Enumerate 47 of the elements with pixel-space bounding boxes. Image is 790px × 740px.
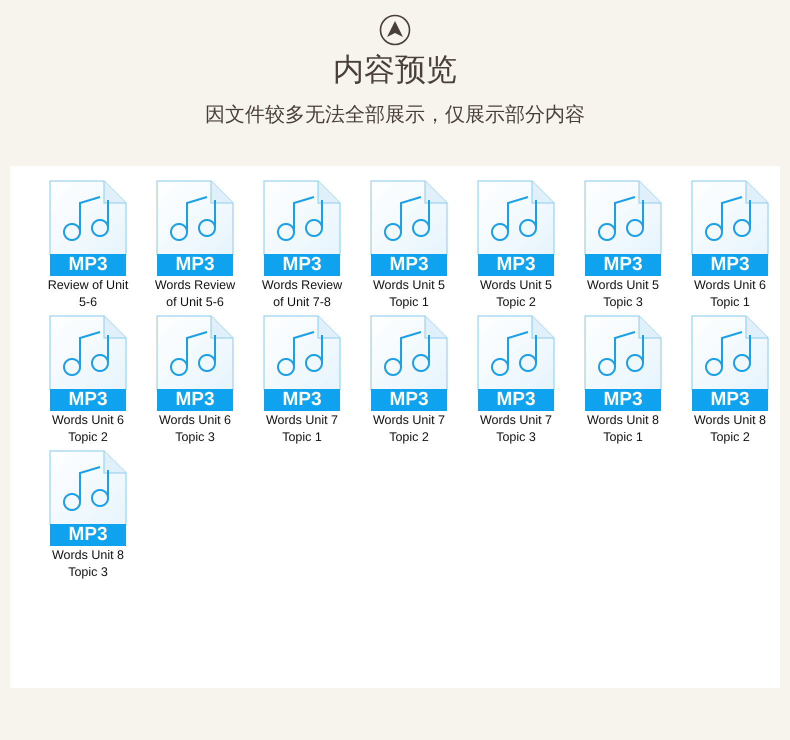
file-type-label: MP3 xyxy=(50,254,126,276)
file-name[interactable]: Words Unit 7 Topic 3 xyxy=(470,412,562,446)
music-file-icon xyxy=(691,180,769,255)
music-file-icon xyxy=(49,180,127,255)
file-name[interactable]: Words Review of Unit 5-6 xyxy=(149,277,241,311)
section-title: 内容预览 xyxy=(333,51,457,90)
file-name[interactable]: Words Unit 6 Topic 1 xyxy=(684,277,776,311)
music-file-icon xyxy=(477,180,555,255)
file-name[interactable]: Words Unit 5 Topic 1 xyxy=(363,277,455,311)
music-file-icon xyxy=(263,315,341,390)
file-name[interactable]: Words Unit 8 Topic 3 xyxy=(42,547,134,581)
music-file-icon xyxy=(691,315,769,390)
file-name[interactable]: Words Unit 6 Topic 2 xyxy=(42,412,134,446)
file-name[interactable]: Words Unit 7 Topic 2 xyxy=(363,412,455,446)
section-subtitle: 因文件较多无法全部展示，仅展示部分内容 xyxy=(205,101,585,128)
file-name[interactable]: Review of Unit 5-6 xyxy=(42,277,134,311)
file-type-label: MP3 xyxy=(478,254,554,276)
file-type-label: MP3 xyxy=(692,389,768,411)
file-type-label: MP3 xyxy=(371,254,447,276)
file-name[interactable]: Words Unit 8 Topic 1 xyxy=(577,412,669,446)
music-file-icon xyxy=(263,180,341,255)
music-file-icon xyxy=(370,315,448,390)
music-file-icon xyxy=(370,180,448,255)
music-file-icon xyxy=(49,450,127,525)
file-name[interactable]: Words Unit 5 Topic 2 xyxy=(470,277,562,311)
music-file-icon xyxy=(156,180,234,255)
file-name[interactable]: Words Unit 5 Topic 3 xyxy=(577,277,669,311)
music-file-icon xyxy=(49,315,127,390)
file-type-label: MP3 xyxy=(50,389,126,411)
file-type-label: MP3 xyxy=(585,254,661,276)
file-type-label: MP3 xyxy=(478,389,554,411)
file-name[interactable]: Words Unit 7 Topic 1 xyxy=(256,412,348,446)
music-file-icon xyxy=(584,315,662,390)
music-file-icon xyxy=(156,315,234,390)
file-type-label: MP3 xyxy=(50,524,126,546)
file-type-label: MP3 xyxy=(157,254,233,276)
file-type-label: MP3 xyxy=(264,389,340,411)
file-name[interactable]: Words Unit 8 Topic 2 xyxy=(684,412,776,446)
file-type-label: MP3 xyxy=(371,389,447,411)
file-name[interactable]: Words Unit 6 Topic 3 xyxy=(149,412,241,446)
file-type-label: MP3 xyxy=(585,389,661,411)
file-type-label: MP3 xyxy=(692,254,768,276)
file-type-label: MP3 xyxy=(264,254,340,276)
file-type-label: MP3 xyxy=(157,389,233,411)
music-file-icon xyxy=(477,315,555,390)
file-name[interactable]: Words Review of Unit 7-8 xyxy=(256,277,348,311)
music-file-icon xyxy=(584,180,662,255)
